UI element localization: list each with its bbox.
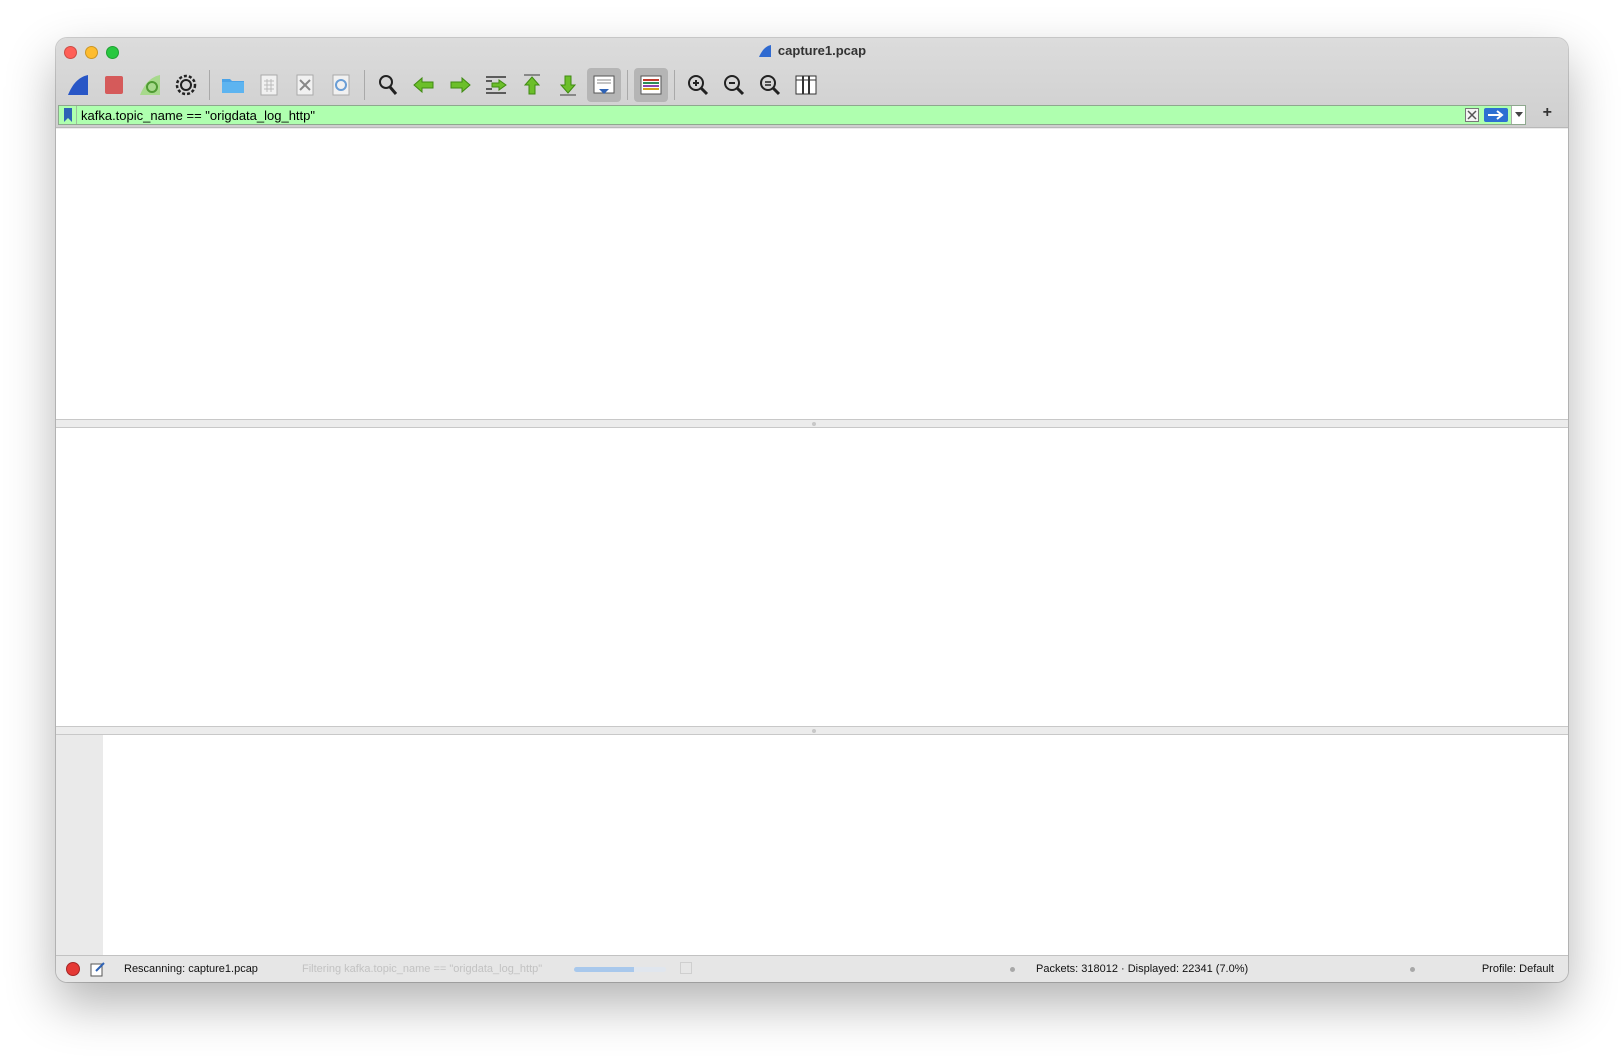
go-back-button[interactable] — [407, 68, 441, 102]
file-close-icon — [296, 74, 314, 96]
splitter-handle — [812, 422, 816, 426]
file-reload-icon — [332, 74, 350, 96]
save-file-button[interactable] — [252, 68, 286, 102]
wireshark-window: capture1.pcap kafka.topic_name == "origd… — [56, 38, 1568, 982]
rescan-progress-bar — [574, 967, 666, 972]
status-message: Rescanning: capture1.pcap — [124, 963, 258, 975]
magnifier-icon — [379, 75, 398, 95]
auto-scroll-button[interactable] — [587, 68, 621, 102]
arrow-left-icon — [413, 76, 434, 94]
wireshark-fin-icon — [758, 44, 771, 57]
zoom-in-icon — [688, 75, 709, 96]
autoscroll-icon — [593, 75, 615, 94]
normal-size-button[interactable] — [753, 68, 787, 102]
last-packet-button[interactable] — [551, 68, 585, 102]
main-toolbar — [60, 67, 824, 103]
restart-capture-button[interactable] — [133, 68, 167, 102]
reload-file-button[interactable] — [324, 68, 358, 102]
shark-fin-icon — [68, 75, 88, 95]
packet-bytes-pane[interactable] — [56, 735, 1568, 955]
capture-options-button[interactable] — [169, 68, 203, 102]
arrow-bottom-icon — [559, 75, 577, 96]
status-divider-dot — [1010, 967, 1015, 972]
cancel-rescan-button[interactable] — [680, 962, 692, 974]
window-title-bar: capture1.pcap — [56, 43, 1568, 58]
toolbar-separator — [209, 70, 210, 100]
packet-count: Packets: 318012 · Displayed: 22341 (7.0%… — [1036, 963, 1249, 975]
file-grid-icon — [260, 74, 278, 96]
display-filter-bar — [58, 105, 1526, 125]
clear-filter-button[interactable] — [1463, 106, 1481, 124]
status-bar: Rescanning: capture1.pcap Filtering kafk… — [56, 955, 1568, 982]
status-divider-dot — [1410, 967, 1415, 972]
colorize-lines-icon — [640, 75, 662, 95]
resize-columns-button[interactable] — [789, 68, 823, 102]
colorize-button[interactable] — [634, 68, 668, 102]
go-to-packet-button[interactable] — [479, 68, 513, 102]
find-packet-button[interactable] — [371, 68, 405, 102]
jump-to-icon — [486, 76, 507, 94]
stop-square-icon — [105, 76, 123, 94]
stop-capture-button[interactable] — [97, 68, 131, 102]
toolbar-separator — [674, 70, 675, 100]
packet-list-pane[interactable] — [56, 129, 1568, 420]
go-forward-button[interactable] — [443, 68, 477, 102]
arrow-right-icon — [1488, 110, 1504, 120]
folder-icon — [222, 79, 244, 93]
status-filtering-text: Filtering kafka.topic_name == "origdata_… — [302, 963, 543, 975]
expert-info-icon[interactable] — [66, 962, 80, 976]
add-filter-button[interactable]: + — [1543, 104, 1552, 122]
filter-history-dropdown[interactable] — [1511, 106, 1525, 124]
zoom-reset-icon — [760, 75, 781, 96]
chevron-down-icon — [1514, 112, 1523, 117]
open-file-button[interactable] — [216, 68, 250, 102]
toolbar-separator — [627, 70, 628, 100]
arrow-top-icon — [523, 74, 541, 95]
display-filter-input[interactable] — [77, 106, 1463, 124]
bytes-offset-gutter — [56, 735, 103, 955]
packet-details-pane[interactable] — [56, 428, 1568, 727]
pane-splitter[interactable] — [56, 727, 1568, 735]
zoom-in-button[interactable] — [681, 68, 715, 102]
clear-x-icon — [1465, 108, 1479, 122]
apply-filter-button[interactable] — [1484, 108, 1508, 122]
close-file-button[interactable] — [288, 68, 322, 102]
start-capture-button[interactable] — [61, 68, 95, 102]
profile-switcher[interactable]: Profile: Default — [1482, 963, 1554, 975]
capture-comment-icon[interactable] — [90, 961, 106, 977]
arrow-right-icon — [450, 76, 471, 94]
window-title: capture1.pcap — [777, 43, 867, 58]
filter-bookmark-button[interactable] — [59, 106, 77, 124]
first-packet-button[interactable] — [515, 68, 549, 102]
progress-fill — [574, 967, 634, 972]
toolbar-separator — [364, 70, 365, 100]
splitter-handle — [812, 729, 816, 733]
restart-fin-icon — [140, 75, 160, 95]
pane-splitter[interactable] — [56, 420, 1568, 428]
zoom-out-button[interactable] — [717, 68, 751, 102]
gear-icon — [175, 74, 197, 96]
columns-icon — [795, 75, 817, 95]
zoom-out-icon — [724, 75, 745, 96]
bookmark-icon — [63, 108, 72, 122]
